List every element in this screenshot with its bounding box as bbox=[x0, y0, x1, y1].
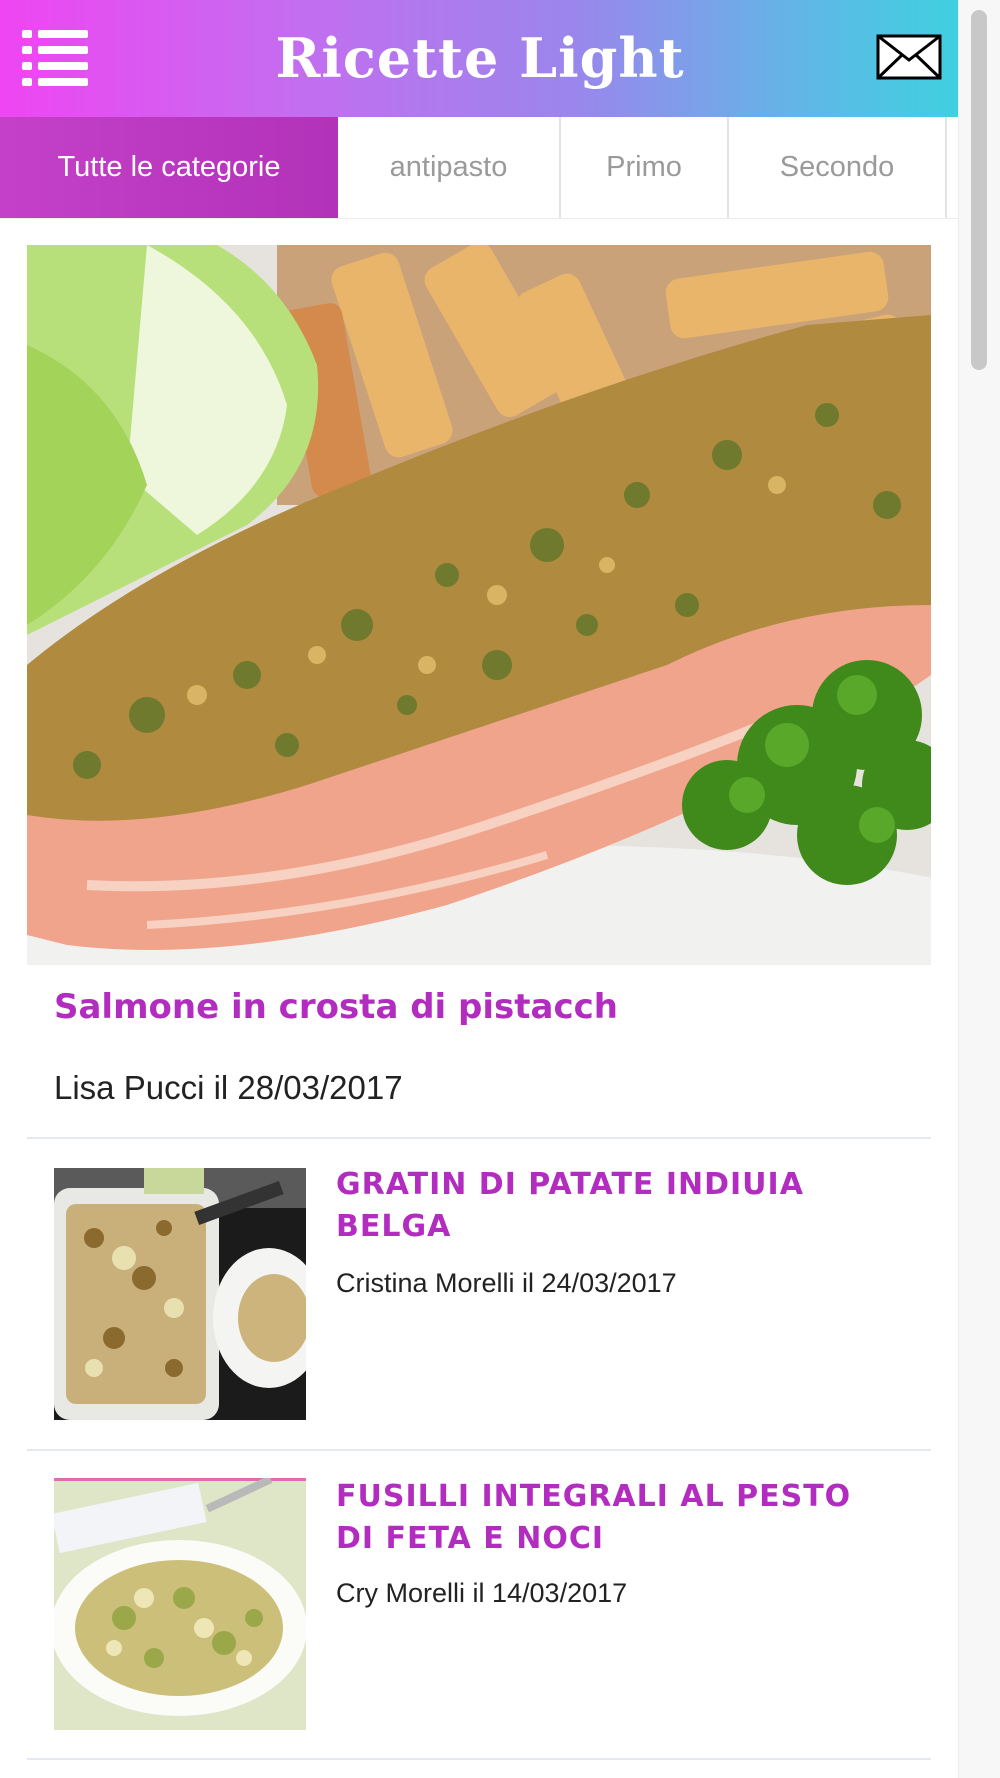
tab-primo[interactable]: Primo bbox=[561, 117, 729, 218]
hamburger-menu-icon[interactable] bbox=[22, 30, 88, 86]
tab-antipasto[interactable]: antipasto bbox=[338, 117, 561, 218]
divider bbox=[27, 1449, 931, 1451]
scrollbar[interactable] bbox=[958, 0, 1000, 1778]
recipe-title[interactable]: FUSILLI INTEGRALI AL PESTO DI FETA E NOC… bbox=[336, 1476, 896, 1560]
recipe-thumbnail[interactable] bbox=[54, 1168, 306, 1420]
tab-label: antipasto bbox=[389, 151, 508, 183]
featured-recipe-meta: Lisa Pucci il 28/03/2017 bbox=[54, 1069, 403, 1106]
tab-label: Secondo bbox=[779, 151, 895, 183]
recipe-meta: Cristina Morelli il 24/03/2017 bbox=[336, 1268, 677, 1298]
tab-secondo[interactable]: Secondo bbox=[729, 117, 947, 218]
divider bbox=[27, 1137, 931, 1139]
recipe-thumbnail[interactable] bbox=[54, 1478, 306, 1730]
tab-label: Primo bbox=[606, 151, 682, 183]
featured-recipe-image[interactable] bbox=[27, 245, 931, 965]
tab-all-categories[interactable]: Tutte le categorie bbox=[0, 117, 338, 218]
app-screen: Ricette Light Tutte le categorie antipas… bbox=[0, 0, 958, 1778]
app-header: Ricette Light bbox=[0, 0, 958, 117]
featured-recipe-title[interactable]: Salmone in crosta di pistacch bbox=[54, 985, 904, 1029]
category-tabs: Tutte le categorie antipasto Primo Secon… bbox=[0, 117, 958, 219]
envelope-icon[interactable] bbox=[876, 34, 942, 80]
recipe-meta: Cry Morelli il 14/03/2017 bbox=[336, 1578, 628, 1608]
app-title: Ricette Light bbox=[275, 26, 685, 90]
scrollbar-thumb[interactable] bbox=[971, 10, 987, 370]
tab-label: Tutte le categorie bbox=[57, 151, 281, 183]
recipe-title[interactable]: GRATIN DI PATATE INDIUIA BELGA bbox=[336, 1164, 896, 1248]
divider bbox=[27, 1758, 931, 1760]
